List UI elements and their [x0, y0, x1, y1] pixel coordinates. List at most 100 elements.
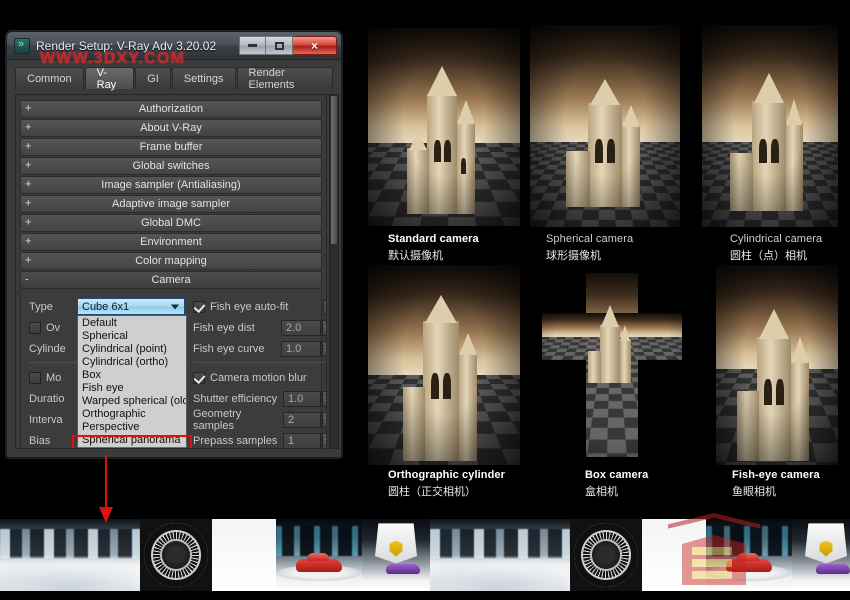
caption-box-camera: Box camera 盒相机	[585, 469, 648, 499]
caption-fisheye-camera: Fish-eye camera 鱼眼相机	[732, 469, 820, 499]
panel-scrollbar[interactable]	[329, 94, 339, 449]
fisheye-dist-input[interactable]: 2.0	[281, 320, 321, 336]
scrollbar-thumb[interactable]	[330, 95, 338, 245]
camera-type-combobox[interactable]: Cube 6x1 Default Spherical Cylindrical (…	[77, 298, 185, 315]
dropdown-option[interactable]: Spherical	[78, 330, 186, 343]
dropdown-option[interactable]: Default	[78, 317, 186, 330]
dropdown-option[interactable]: Cylindrical (ortho)	[78, 356, 186, 369]
rollout-global-dmc[interactable]: + Global DMC	[20, 214, 322, 232]
panorama-thumb[interactable]	[276, 519, 362, 591]
camera-rollout-body: Type Ov Cylinde Mo Duratio Int	[20, 290, 322, 449]
fisheye-autofit-label: Fish eye auto-fit	[210, 301, 288, 313]
rollout-camera[interactable]: - Camera	[20, 271, 322, 289]
fisheye-curve-spinner[interactable]	[322, 341, 327, 357]
camera-motion-blur-checkbox[interactable]	[193, 372, 205, 384]
dropdown-option[interactable]: Box	[78, 369, 186, 382]
fisheye-curve-input[interactable]: 1.0	[281, 341, 321, 357]
panorama-thumb[interactable]	[212, 519, 276, 591]
dropdown-option[interactable]: Orthographic	[78, 408, 186, 421]
fisheye-dist-spinner[interactable]	[322, 320, 327, 336]
rollout-adaptive-image-sampler[interactable]: + Adaptive image sampler	[20, 195, 322, 213]
prepass-samples-input[interactable]: 1	[283, 433, 321, 449]
panorama-thumb[interactable]	[430, 519, 570, 591]
shutter-efficiency-spinner[interactable]	[322, 391, 327, 407]
caption-cylindrical-camera: Cylindrical camera 圆柱（点）相机	[730, 233, 822, 263]
maximize-button[interactable]	[266, 36, 293, 55]
rollout-global-switches[interactable]: + Global switches	[20, 157, 322, 175]
dialog-title: Render Setup: V-Ray Adv 3.20.02	[36, 39, 239, 53]
tab-vray[interactable]: V-Ray	[85, 67, 135, 89]
dropdown-option-selected[interactable]: Cube 6x1	[78, 447, 186, 449]
cylinder-label: Cylinde	[29, 343, 66, 355]
render-image	[530, 25, 680, 227]
rollout-label: Global DMC	[141, 217, 201, 229]
vignette	[536, 265, 688, 465]
dropdown-option[interactable]: Perspective	[78, 421, 186, 434]
render-image	[536, 265, 688, 465]
prepass-samples-spinner[interactable]	[322, 433, 327, 449]
minimize-button[interactable]	[239, 36, 266, 55]
motion-blur-label: Mo	[46, 372, 61, 384]
rollout-label: Frame buffer	[140, 141, 203, 153]
tab-settings[interactable]: Settings	[172, 67, 236, 89]
panorama-thumb[interactable]	[362, 519, 430, 591]
tab-render-elements[interactable]: Render Elements	[237, 67, 333, 89]
rollout-color-mapping[interactable]: + Color mapping	[20, 252, 322, 270]
panorama-thumb[interactable]	[706, 519, 792, 591]
vignette	[368, 28, 520, 226]
render-image	[368, 28, 520, 226]
rollout-label: Adaptive image sampler	[112, 198, 230, 210]
caption-cn: 球形摄像机	[546, 247, 633, 263]
panorama-thumb[interactable]	[0, 519, 140, 591]
panorama-filmstrip[interactable]	[0, 519, 850, 591]
camera-type-select[interactable]: Cube 6x1	[77, 298, 185, 315]
dropdown-option[interactable]: Cylindrical (point)	[78, 343, 186, 356]
panorama-thumb[interactable]	[570, 519, 642, 591]
caption-cn: 鱼眼相机	[732, 483, 820, 499]
shutter-efficiency-input[interactable]: 1.0	[283, 391, 321, 407]
caption-spherical-camera: Spherical camera 球形摄像机	[546, 233, 633, 263]
vignette	[368, 265, 520, 465]
panorama-thumb[interactable]	[642, 519, 706, 591]
render-image	[702, 25, 838, 227]
fisheye-autofit-checkbox[interactable]	[193, 301, 205, 313]
maximize-icon	[275, 42, 284, 50]
rollout-frame-buffer[interactable]: + Frame buffer	[20, 138, 322, 156]
caption-en: Cylindrical camera	[730, 233, 822, 245]
caption-cn: 圆柱（点）相机	[730, 247, 822, 263]
dialog-titlebar[interactable]: Render Setup: V-Ray Adv 3.20.02 ×	[7, 32, 341, 60]
tab-gi[interactable]: GI	[135, 67, 171, 89]
render-orthographic-cylinder	[368, 265, 520, 465]
rollout-about-vray[interactable]: + About V-Ray	[20, 119, 322, 137]
screen: Standard camera 默认摄像机 Spherical	[0, 0, 850, 600]
panorama-thumb[interactable]	[140, 519, 212, 591]
override-checkbox[interactable]	[29, 322, 41, 334]
fisheye-curve-label: Fish eye curve	[193, 343, 281, 355]
vignette	[716, 265, 838, 465]
rollout-environment[interactable]: + Environment	[20, 233, 322, 251]
rollout-authorization[interactable]: + Authorization	[20, 100, 322, 118]
annotation-arrow	[60, 455, 170, 525]
panorama-thumb[interactable]	[792, 519, 850, 591]
tab-common[interactable]: Common	[15, 67, 84, 89]
duration-label: Duratio	[29, 393, 64, 405]
override-label: Ov	[46, 322, 60, 334]
help-button[interactable]: ?	[323, 300, 327, 315]
geometry-samples-input[interactable]: 2	[283, 412, 321, 428]
geometry-samples-spinner[interactable]	[322, 412, 327, 428]
caption-cn: 盒相机	[585, 483, 648, 499]
collapse-icon: -	[25, 275, 29, 286]
dropdown-option[interactable]: Spherical panorama	[78, 434, 186, 447]
render-gallery: Standard camera 默认摄像机 Spherical	[350, 0, 850, 512]
dropdown-option[interactable]: Warped spherical (old-s	[78, 395, 186, 408]
close-button[interactable]: ×	[293, 36, 337, 55]
rollout-label: Color mapping	[135, 255, 207, 267]
render-image	[368, 265, 520, 465]
rollout-image-sampler[interactable]: + Image sampler (Antialiasing)	[20, 176, 322, 194]
dialog-tabs: Common V-Ray GI Settings Render Elements	[7, 60, 341, 89]
caption-en: Standard camera	[388, 233, 479, 245]
render-setup-dialog[interactable]: Render Setup: V-Ray Adv 3.20.02 × Common…	[6, 31, 342, 458]
camera-type-dropdown-list[interactable]: Default Spherical Cylindrical (point) Cy…	[77, 315, 187, 449]
dropdown-option[interactable]: Fish eye	[78, 382, 186, 395]
motion-blur-checkbox[interactable]	[29, 372, 41, 384]
